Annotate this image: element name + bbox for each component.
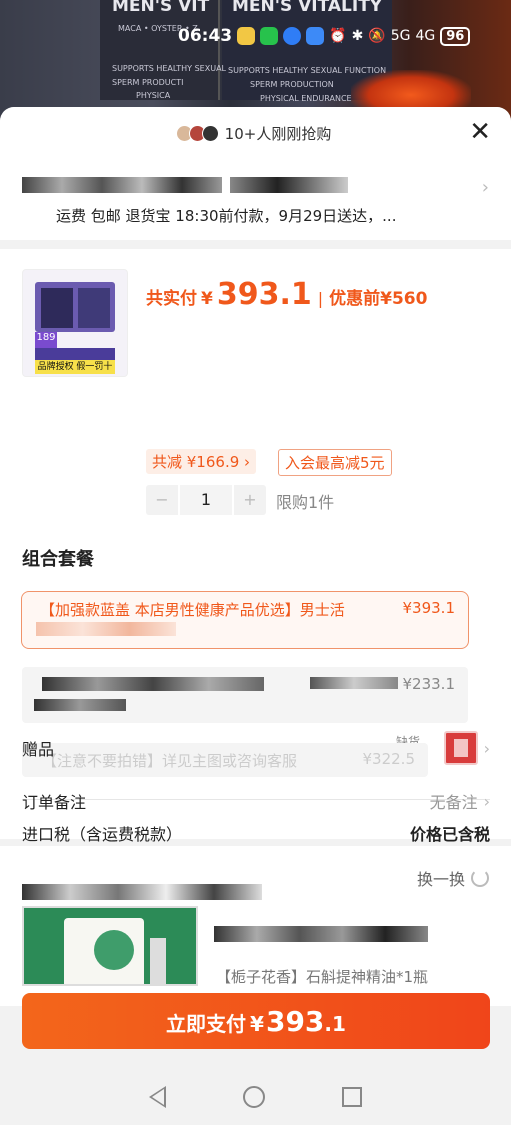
total-price: 393.1 [216,277,312,312]
separator: | [317,289,324,308]
total-label: 共实付 [146,289,197,309]
order-remark-label: 订单备注 [22,793,87,812]
bg-left-line1: SUPPORTS HEALTHY SEXUAL [112,64,226,73]
chevron-right-icon: › [483,738,490,758]
pay-label: 立即支付 [166,1012,247,1036]
app-icon [283,27,302,45]
recent-buyers: 10+人刚刚抢购 [0,123,511,144]
swap-button[interactable]: 换一换 [417,866,489,890]
buyers-text: 10+人刚刚抢购 [224,125,332,143]
increase-button[interactable]: + [234,485,266,515]
before-discount-price: ¥560 [380,289,428,309]
system-nav-bar [0,1068,511,1125]
signal-4g-icon: 4G [415,28,436,44]
sheet-header: 10+人刚刚抢购 ✕ › 运费 包邮 退货宝 18:30前付款，9月29日送达，… [0,107,511,240]
recents-icon[interactable] [342,1086,363,1107]
recommendation-title-redacted [22,884,262,900]
combo-option-2[interactable]: ¥233.1 [22,667,468,723]
address-redacted [22,177,222,193]
import-tax-row: 进口税（含运费税款） 价格已含税 [22,821,490,845]
bg-right-title: MEN'S VITALITY [232,0,383,16]
pay-amount-int: 393 [265,1005,325,1038]
combo-title: 组合套餐 [22,549,94,570]
bg-left-title: MEN'S VIT [112,0,210,16]
combo-option-name-redacted-2 [310,677,398,689]
pay-now-button[interactable]: 立即支付 ¥ 393 .1 [22,993,490,1049]
quantity-stepper: − 1 + [146,485,266,515]
bg-right-line2: SPERM PRODUCTION [250,80,334,89]
combo-option-selected[interactable]: 【加强款蓝盖 本店男性健康产品优选】男士活 ¥393.1 [21,591,469,649]
gift-value: › [443,731,490,765]
product-jar [41,288,73,328]
thumb-strip [35,348,115,360]
discount-text: 共减 ¥166.9 [152,453,240,471]
close-icon[interactable]: ✕ [469,119,491,145]
battery-indicator: 96 [440,26,471,46]
signal-5g-icon: 5G [390,28,411,44]
shipping-info: 运费 包邮 退货宝 18:30前付款，9月29日送达，... [56,207,397,225]
thumb-banner: 品牌授权 假一罚十 [35,360,115,374]
decrease-button[interactable]: − [146,485,178,515]
order-remark-value: 无备注 [429,793,478,812]
emoji-app-icon [237,27,256,45]
import-tax-value: 价格已含税 [409,825,490,844]
combo-option-name-redacted-3 [34,699,126,711]
product-logo [94,930,134,970]
thumb-price-tag: 189 [35,332,57,348]
combo-option-name: 【加强款蓝盖 本店男性健康产品优选】男士活 [40,601,345,619]
product-bottle [150,938,166,984]
chevron-right-icon: › [481,177,489,198]
mute-icon: 🔕 [368,28,386,44]
home-icon[interactable] [242,1085,265,1108]
quantity-value[interactable]: 1 [180,485,232,515]
pay-currency: ¥ [250,1012,264,1036]
total-price-line: 共实付 ¥ 393.1 | 优惠前 ¥560 [146,277,427,312]
checkout-sheet: 10+人刚刚抢购 ✕ › 运费 包邮 退货宝 18:30前付款，9月29日送达，… [0,107,511,1125]
bg-right-line3: PHYSICAL ENDURANCE [260,94,352,103]
refresh-icon [471,869,489,887]
wechat-icon [260,27,279,45]
alarm-icon: ⏰ [329,28,347,44]
status-time: 06:43 [178,26,233,46]
chevron-right-icon: › [244,453,251,471]
member-discount-chip[interactable]: 入会最高减5元 [278,449,392,476]
bg-left-line3: PHYSICA [136,91,171,100]
gift-thumbnail [443,731,478,765]
bluetooth-icon: ✱ [351,28,364,44]
bg-left-line2: SPERM PRODUCTI [112,78,184,87]
product-jar [78,288,110,328]
combo-option-price: ¥233.1 [402,675,456,693]
purchase-limit: 限购1件 [276,493,335,512]
status-bar: 06:43 ⏰ ✱ 🔕 5G 4G 96 [178,26,471,46]
currency-symbol: ¥ [201,289,213,309]
gift-row[interactable]: 赠品 › [22,731,490,765]
background-product-image: MEN'S VIT MEN'S VITALITY MACA • OYSTER •… [0,0,511,120]
combo-option-name-redacted [36,622,176,636]
order-remark-value-wrap: 无备注 › [430,789,490,813]
discount-chip[interactable]: 共减 ¥166.9 › [146,449,257,474]
combo-option-price: ¥393.1 [402,599,456,617]
gift-label: 赠品 [22,740,55,759]
recommendation-section: 换一换 【栀子花香】石斛提神精油*1瓶 [0,846,511,1006]
recommended-product-image[interactable] [22,906,198,986]
buyer-avatars [175,125,219,142]
combo-option-name-redacted [42,677,264,691]
address-redacted-2 [230,177,348,193]
product-thumbnail[interactable]: 189 品牌授权 假一罚十 [22,269,128,377]
order-remark-row[interactable]: 订单备注 无备注 › [22,789,490,813]
recommendation-name-redacted [214,926,428,942]
avatar [201,125,219,142]
app-icon-2 [306,27,325,45]
before-discount-label: 优惠前 [329,289,381,309]
pay-amount-dec: .1 [324,1012,346,1036]
chevron-right-icon: › [483,791,490,811]
swap-label: 换一换 [416,870,465,889]
recommended-product-desc: 【栀子花香】石斛提神精油*1瓶 [216,968,429,986]
import-tax-label: 进口税（含运费税款） [22,825,183,844]
back-icon[interactable] [148,1085,166,1108]
